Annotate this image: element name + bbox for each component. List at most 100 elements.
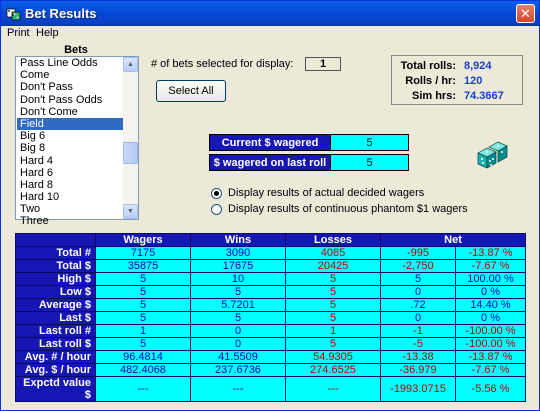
scroll-up-arrow-icon[interactable]: ▲ (123, 57, 138, 72)
net-percent-cell: -7.67 % (454, 259, 527, 273)
column-header-wins: Wins (190, 233, 286, 247)
wagers-cell: 35875 (95, 259, 191, 273)
row-label: Total $ (15, 259, 96, 273)
current-wager-label: Current $ wagered (209, 134, 331, 151)
table-row: High $5 10 5 5 100.00 % (15, 272, 527, 286)
net-cell: -1 (380, 324, 456, 338)
list-item[interactable]: Three (17, 215, 124, 227)
net-cell: -1993.0715 (380, 376, 456, 402)
table-row: Low $5 5 5 0 0 % (15, 285, 527, 299)
net-cell: -2,750 (380, 259, 456, 273)
net-percent-cell: -100.00 % (454, 324, 527, 338)
net-percent-cell: 14.40 % (454, 298, 527, 312)
list-item[interactable]: Hard 4 (17, 155, 124, 167)
wagers-cell: 1 (95, 324, 191, 338)
radio-phantom-button[interactable] (211, 204, 222, 215)
wagers-cell: 5 (95, 311, 191, 325)
wagers-cell: 7175 (95, 246, 191, 260)
stats-panel: Total rolls: 8,924 Rolls / hr: 120 Sim h… (391, 55, 523, 105)
menu-print[interactable]: Print (7, 27, 30, 39)
column-header-net: Net (379, 233, 527, 247)
column-header-losses: Losses (285, 233, 381, 247)
wins-cell: 5 (190, 285, 286, 299)
list-item[interactable]: Don't Pass (17, 81, 124, 93)
table-row: Avg. $ / hour 482.4068 237.6736 274.6525 -36… (15, 363, 527, 377)
table-row: Last roll $5 0 5 -5 -100.00 % (15, 337, 527, 351)
select-all-button[interactable]: Select All (156, 80, 226, 102)
wagers-cell: 96.4814 (95, 350, 191, 364)
list-item[interactable]: Big 8 (17, 142, 124, 154)
dice-icon (477, 141, 508, 169)
table-row: Average $5 5.7201 5.72 14.40 % (15, 298, 527, 312)
list-item[interactable]: Don't Pass Odds (17, 94, 124, 106)
bets-label: Bets (64, 44, 88, 56)
losses-cell: 54.9305 (285, 350, 381, 364)
scroll-down-arrow-icon[interactable]: ▼ (123, 204, 138, 219)
losses-cell: 5 (285, 311, 381, 325)
list-item[interactable]: Come (17, 69, 124, 81)
select-all-label: Select All (168, 85, 214, 97)
rolls-hr-label: Rolls / hr: (405, 75, 456, 87)
row-label: Total # (15, 246, 96, 260)
sim-hrs-label: Sim hrs: (411, 90, 456, 102)
wins-cell: 0 (190, 324, 286, 338)
row-label: Last $ (15, 311, 96, 325)
title-bar: Bet Results ✕ (1, 1, 539, 26)
display-count-value: 1 (305, 57, 341, 71)
wins-cell: 5 (190, 311, 286, 325)
list-item[interactable]: Two (17, 203, 124, 215)
table-row: Total $35875 17675 20425 -2,750 -7.67 % (15, 259, 527, 273)
net-percent-cell: 0 % (454, 285, 527, 299)
column-header-blank (15, 233, 96, 247)
losses-cell: --- (285, 376, 381, 402)
wagers-cell: --- (95, 376, 191, 402)
net-percent-cell: -5.56 % (454, 376, 527, 402)
table-row: Last roll #1 0 1 -1 -100.00 % (15, 324, 527, 338)
rolls-hr-value: 120 (464, 75, 483, 87)
row-label: Low $ (15, 285, 96, 299)
losses-cell: 5 (285, 285, 381, 299)
list-item[interactable]: Don't Come (17, 106, 124, 118)
list-scrollbar[interactable]: ▲ ▼ (123, 57, 138, 219)
wins-cell: 10 (190, 272, 286, 286)
current-wager-value: 5 (331, 134, 409, 151)
list-item[interactable]: Hard 10 (17, 191, 124, 203)
wins-cell: 17675 (190, 259, 286, 273)
row-label: Avg. $ / hour (15, 363, 96, 377)
losses-cell: 4085 (285, 246, 381, 260)
net-cell: -36.979 (380, 363, 456, 377)
wins-cell: 5.7201 (190, 298, 286, 312)
close-button[interactable]: ✕ (516, 4, 535, 23)
window-title: Bet Results (25, 6, 97, 21)
list-item-selected[interactable]: Field (17, 117, 124, 131)
menu-help[interactable]: Help (36, 27, 59, 39)
list-item[interactable]: Pass Line Odds (17, 57, 124, 69)
losses-cell: 274.6525 (285, 363, 381, 377)
list-item[interactable]: Hard 8 (17, 179, 124, 191)
bet-results-window: Bet Results ✕ Print Help Bets Pass Line … (0, 0, 540, 411)
wagers-cell: 5 (95, 272, 191, 286)
radio-actual-button[interactable] (211, 188, 222, 199)
losses-cell: 5 (285, 337, 381, 351)
column-header-wagers: Wagers (95, 233, 191, 247)
list-item[interactable]: Hard 6 (17, 167, 124, 179)
net-cell: 0 (380, 311, 456, 325)
net-percent-cell: -7.67 % (454, 363, 527, 377)
table-header-row: Wagers Wins Losses Net (15, 233, 527, 247)
sim-hrs-value: 74.3667 (464, 90, 504, 102)
net-percent-cell: -100.00 % (454, 337, 527, 351)
wagers-cell: 5 (95, 298, 191, 312)
radio-phantom-label: Display results of continuous phantom $1… (228, 203, 468, 215)
row-label: Expctd value $ (15, 376, 96, 402)
net-cell: -995 (380, 246, 456, 260)
scroll-thumb[interactable] (123, 142, 138, 164)
list-item[interactable]: Big 6 (17, 130, 124, 142)
bets-listbox[interactable]: Pass Line Odds Come Don't Pass Don't Pas… (15, 56, 139, 227)
table-row: Last $5 5 5 0 0 % (15, 311, 527, 325)
row-label: Last roll # (15, 324, 96, 338)
display-count-label: # of bets selected for display: (151, 58, 294, 70)
last-roll-wager-row: $ wagered on last roll 5 (209, 154, 409, 171)
losses-cell: 20425 (285, 259, 381, 273)
net-cell: 0 (380, 285, 456, 299)
row-label: Average $ (15, 298, 96, 312)
